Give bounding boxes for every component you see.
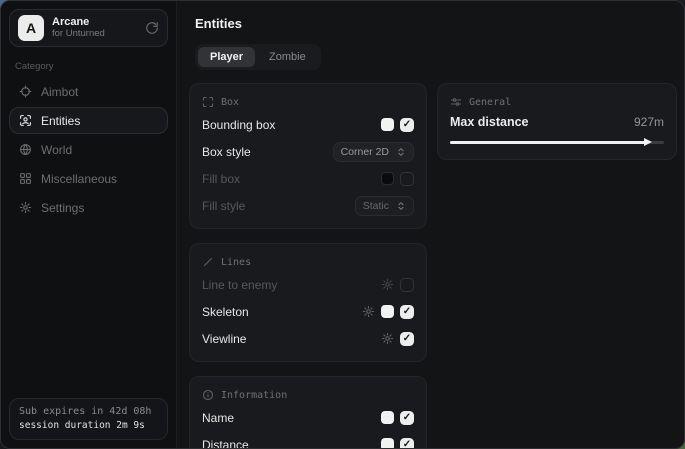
- lines-card: Lines Line to enemy Skeleton: [189, 243, 427, 362]
- box-card-header: Box: [202, 96, 414, 108]
- setting-label: Box style: [202, 145, 251, 159]
- setting-label: Bounding box: [202, 118, 275, 132]
- general-card-header: General: [450, 96, 664, 108]
- setting-label: Distance: [202, 438, 249, 449]
- sidebar-item-miscellaneous[interactable]: Miscellaneous: [9, 165, 168, 192]
- grid-icon: [19, 172, 32, 185]
- page-title: Entities: [195, 16, 677, 31]
- app-subtitle: for Unturned: [52, 29, 105, 40]
- chevrons-up-down-icon: [396, 147, 406, 157]
- sub-expires-text: Sub expires in 42d 08h: [19, 406, 158, 417]
- app-name: Arcane: [52, 16, 105, 29]
- color-swatch[interactable]: [381, 172, 394, 185]
- name-checkbox[interactable]: [400, 411, 414, 425]
- gear-icon: [19, 201, 32, 214]
- setting-label: Fill style: [202, 199, 245, 213]
- setting-row-name: Name: [202, 407, 414, 428]
- bounding-box-checkbox[interactable]: [400, 118, 414, 132]
- setting-row-viewline: Viewline: [202, 328, 414, 349]
- viewline-checkbox[interactable]: [400, 332, 414, 346]
- sidebar-item-label: World: [41, 143, 72, 157]
- box-card: Box Bounding box Box style Cor: [189, 83, 427, 229]
- color-swatch[interactable]: [381, 411, 394, 424]
- person-scan-icon: [19, 114, 32, 127]
- sidebar-item-settings[interactable]: Settings: [9, 194, 168, 221]
- app-identity: Arcane for Unturned: [52, 16, 105, 40]
- app-logo: A: [18, 15, 44, 41]
- color-swatch[interactable]: [381, 118, 394, 131]
- gear-icon[interactable]: [362, 305, 375, 318]
- lines-section-title: Lines: [221, 257, 251, 268]
- diagonal-line-icon: [202, 256, 214, 268]
- session-duration-text: session duration 2m 9s: [19, 420, 158, 431]
- main-content: Entities Player Zombie Box Bounding box: [177, 1, 685, 448]
- gear-icon[interactable]: [381, 278, 394, 291]
- tab-zombie[interactable]: Zombie: [257, 47, 318, 67]
- app-window: A Arcane for Unturned Category Aimbot: [0, 0, 685, 449]
- setting-row-box-style: Box style Corner 2D: [202, 141, 414, 162]
- line-to-enemy-checkbox[interactable]: [400, 278, 414, 292]
- info-icon: [202, 389, 214, 401]
- max-distance-label: Max distance: [450, 115, 529, 129]
- fill-box-checkbox[interactable]: [400, 172, 414, 186]
- sidebar-item-label: Settings: [41, 201, 84, 215]
- logo-card: A Arcane for Unturned: [9, 9, 168, 47]
- setting-label: Skeleton: [202, 305, 249, 319]
- lines-card-header: Lines: [202, 256, 414, 268]
- color-swatch[interactable]: [381, 438, 394, 449]
- sidebar-item-entities[interactable]: Entities: [9, 107, 168, 134]
- sidebar: A Arcane for Unturned Category Aimbot: [1, 1, 177, 448]
- dropdown-value: Static: [363, 200, 389, 212]
- sliders-icon: [450, 96, 462, 108]
- sync-icon[interactable]: [145, 21, 159, 35]
- sidebar-item-label: Aimbot: [41, 85, 78, 99]
- setting-label: Fill box: [202, 172, 240, 186]
- entity-tabs: Player Zombie: [195, 44, 321, 70]
- chevrons-up-down-icon: [396, 201, 406, 211]
- scan-corners-icon: [202, 96, 214, 108]
- color-swatch[interactable]: [381, 305, 394, 318]
- information-card: Information Name Distance: [189, 376, 427, 449]
- slider-thumb[interactable]: [644, 138, 652, 146]
- general-section-title: General: [469, 97, 511, 108]
- skeleton-checkbox[interactable]: [400, 305, 414, 319]
- information-card-header: Information: [202, 389, 414, 401]
- information-section-title: Information: [221, 390, 287, 401]
- setting-label: Line to enemy: [202, 278, 277, 292]
- max-distance-slider[interactable]: [450, 137, 664, 147]
- setting-row-max-distance: Max distance 927m: [450, 115, 664, 129]
- left-column: Box Bounding box Box style Cor: [189, 83, 427, 449]
- slider-fill: [450, 141, 647, 144]
- setting-row-bounding-box: Bounding box: [202, 114, 414, 135]
- dropdown-value: Corner 2D: [341, 146, 389, 158]
- general-card: General Max distance 927m: [437, 83, 677, 160]
- distance-checkbox[interactable]: [400, 438, 414, 449]
- setting-row-fill-style: Fill style Static: [202, 195, 414, 216]
- box-section-title: Box: [221, 97, 239, 108]
- sidebar-item-aimbot[interactable]: Aimbot: [9, 78, 168, 105]
- sidebar-item-label: Entities: [41, 114, 80, 128]
- sidebar-item-world[interactable]: World: [9, 136, 168, 163]
- globe-icon: [19, 143, 32, 156]
- category-label: Category: [15, 61, 162, 72]
- setting-label: Name: [202, 411, 234, 425]
- sidebar-item-label: Miscellaneous: [41, 172, 117, 186]
- setting-row-distance: Distance: [202, 434, 414, 449]
- setting-row-skeleton: Skeleton: [202, 301, 414, 322]
- max-distance-value: 927m: [634, 115, 664, 129]
- fill-style-dropdown[interactable]: Static: [355, 196, 414, 216]
- setting-label: Viewline: [202, 332, 246, 346]
- box-style-dropdown[interactable]: Corner 2D: [333, 142, 414, 162]
- sidebar-nav: Aimbot Entities World Miscellaneous: [9, 78, 168, 223]
- settings-columns: Box Bounding box Box style Cor: [189, 83, 677, 449]
- setting-row-line-to-enemy: Line to enemy: [202, 274, 414, 295]
- tab-player[interactable]: Player: [198, 47, 255, 67]
- setting-row-fill-box: Fill box: [202, 168, 414, 189]
- subscription-status-card: Sub expires in 42d 08h session duration …: [9, 398, 168, 440]
- crosshair-icon: [19, 85, 32, 98]
- right-column: General Max distance 927m: [437, 83, 677, 160]
- gear-icon[interactable]: [381, 332, 394, 345]
